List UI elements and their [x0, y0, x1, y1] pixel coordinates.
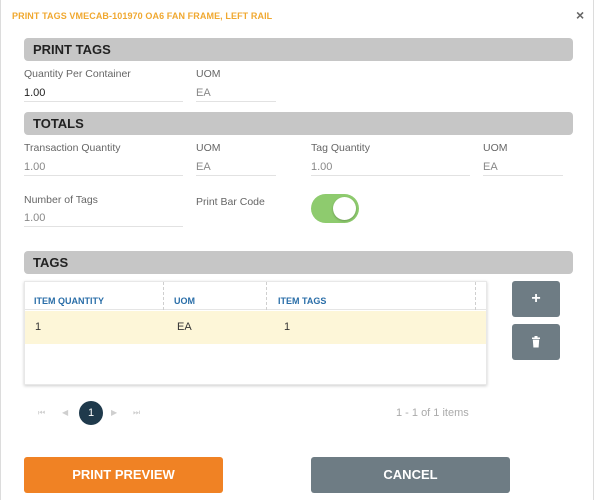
uom-label: UOM [196, 142, 221, 154]
number-of-tags-field: 1.00 [24, 212, 183, 227]
cell-uom: EA [177, 321, 192, 333]
transaction-quantity-field: 1.00 [24, 161, 183, 176]
uom-label: UOM [483, 142, 508, 154]
plus-icon: + [531, 290, 541, 307]
quantity-per-container-label: Quantity Per Container [24, 68, 131, 80]
uom-field: EA [483, 161, 563, 176]
add-tag-button[interactable]: + [512, 281, 560, 317]
tags-section-header: TAGS [24, 251, 573, 274]
print-tags-section-header: PRINT TAGS [24, 38, 573, 61]
toggle-knob [333, 197, 356, 220]
page-1-button[interactable]: 1 [79, 401, 103, 425]
uom-field: EA [196, 87, 276, 102]
print-bar-code-label: Print Bar Code [196, 196, 265, 208]
tag-quantity-label: Tag Quantity [311, 142, 370, 154]
tag-quantity-field: 1.00 [311, 161, 470, 176]
pager-info: 1 - 1 of 1 items [396, 407, 469, 419]
prev-page-icon[interactable]: ◀ [62, 408, 68, 417]
cell-item-tags: 1 [284, 321, 291, 333]
quantity-per-container-input[interactable]: 1.00 [24, 87, 183, 102]
column-header-uom[interactable]: UOM [174, 282, 195, 310]
close-icon[interactable]: × [576, 8, 584, 22]
grid-header: ITEM QUANTITY UOM ITEM TAGS [25, 282, 486, 310]
uom-field: EA [196, 161, 276, 176]
print-preview-button[interactable]: PRINT PREVIEW [24, 457, 223, 493]
uom-label: UOM [196, 68, 221, 80]
column-header-item-tags[interactable]: ITEM TAGS [278, 282, 326, 310]
tags-grid: ITEM QUANTITY UOM ITEM TAGS 1 EA 1 [24, 281, 487, 385]
column-divider [266, 282, 267, 310]
print-tags-dialog: PRINT TAGS VMECAB-101970 OA6 FAN FRAME, … [0, 0, 594, 500]
column-divider [475, 282, 476, 310]
next-page-icon[interactable]: ▶ [111, 408, 117, 417]
table-row[interactable]: 1 EA 1 [25, 311, 486, 344]
print-tags-section-title: PRINT TAGS [33, 42, 111, 57]
last-page-icon[interactable]: ⏭ [133, 408, 140, 418]
dialog-title: PRINT TAGS VMECAB-101970 OA6 FAN FRAME, … [12, 11, 273, 21]
totals-section-header: TOTALS [24, 112, 573, 135]
transaction-quantity-label: Transaction Quantity [24, 142, 121, 154]
cell-item-quantity: 1 [35, 321, 42, 333]
first-page-icon[interactable]: ⏮ [38, 408, 45, 418]
cancel-button[interactable]: CANCEL [311, 457, 510, 493]
tags-section-title: TAGS [33, 255, 69, 270]
print-bar-code-toggle[interactable] [311, 194, 359, 223]
totals-section-title: TOTALS [33, 116, 84, 131]
trash-icon [532, 336, 540, 348]
number-of-tags-label: Number of Tags [24, 194, 98, 206]
column-divider [163, 282, 164, 310]
column-header-item-quantity[interactable]: ITEM QUANTITY [34, 282, 104, 310]
delete-tag-button[interactable] [512, 324, 560, 360]
